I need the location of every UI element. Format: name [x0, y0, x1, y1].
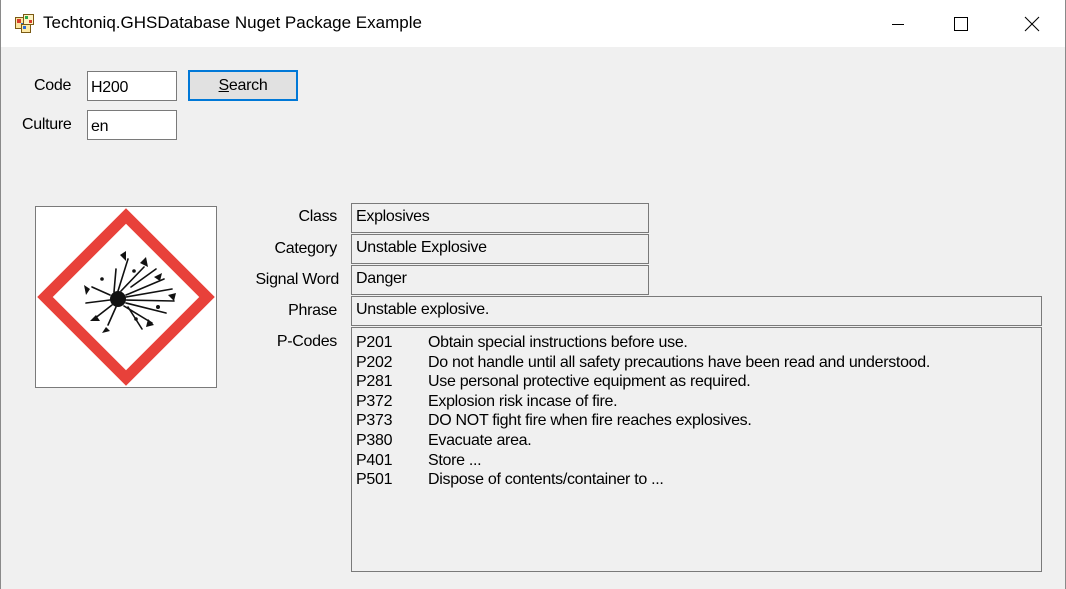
pcode-text: Dispose of contents/container to ... — [428, 471, 664, 489]
pcode-row: P372 Explosion risk incase of fire. — [356, 392, 1041, 412]
pcode-code: P401 — [356, 451, 393, 469]
pcode-code: P281 — [356, 373, 393, 391]
pcodes-label: P-Codes — [276, 333, 337, 350]
pcode-text: Do not handle until all safety precautio… — [428, 353, 931, 371]
pcode-code: P372 — [356, 392, 393, 410]
hazard-pictogram-box — [35, 206, 217, 388]
category-label: Category — [274, 240, 337, 257]
pcode-row: P201 Obtain special instructions before u… — [356, 333, 1041, 353]
class-field[interactable]: Explosives — [351, 203, 649, 233]
pcode-text: Evacuate area. — [428, 431, 532, 449]
close-button[interactable] — [1001, 0, 1063, 47]
phrase-field[interactable]: Unstable explosive. — [351, 296, 1042, 326]
pcode-row: P373 DO NOT fight fire when fire reaches … — [356, 411, 1041, 431]
pcode-code: P202 — [356, 353, 393, 371]
signal-word-field[interactable]: Danger — [351, 265, 649, 295]
pcode-row: P401 Store ... — [356, 451, 1041, 471]
maximize-button[interactable] — [930, 0, 992, 47]
search-button[interactable]: Search — [188, 70, 298, 101]
title-bar[interactable]: Techtoniq.GHSDatabase Nuget Package Exam… — [1, 0, 1065, 47]
search-button-label: Search — [218, 76, 268, 94]
phrase-label: Phrase — [288, 302, 337, 319]
pcode-code: P380 — [356, 431, 393, 449]
pcode-row: P380 Evacuate area. — [356, 431, 1041, 451]
pcode-text: Explosion risk incase of fire. — [428, 392, 618, 410]
culture-label: Culture — [22, 116, 72, 133]
pcode-row: P202 Do not handle until all safety preca… — [356, 353, 1041, 373]
minimize-icon — [892, 23, 904, 25]
pcode-text: Use personal protective equipment as req… — [428, 373, 751, 391]
culture-input[interactable] — [87, 110, 177, 140]
window-title: Techtoniq.GHSDatabase Nuget Package Exam… — [43, 13, 422, 32]
pcode-code: P373 — [356, 412, 393, 430]
pcode-text: DO NOT fight fire when fire reaches expl… — [428, 412, 752, 430]
pcode-text: Store ... — [428, 451, 482, 469]
code-label: Code — [34, 77, 72, 94]
pcodes-textarea[interactable]: P201 Obtain special instructions before u… — [351, 327, 1042, 572]
pcode-row: P501 Dispose of contents/container to ... — [356, 470, 1041, 490]
maximize-icon — [954, 16, 968, 31]
pcode-code: P201 — [356, 334, 393, 351]
app-icon[interactable] — [15, 14, 34, 33]
signal-word-label: Signal Word — [255, 271, 339, 288]
code-input[interactable] — [87, 71, 177, 101]
main-window: Techtoniq.GHSDatabase Nuget Package Exam… — [0, 0, 1066, 589]
pcode-text: Obtain special instructions before use. — [428, 334, 688, 351]
minimize-button[interactable] — [867, 0, 929, 47]
class-label: Class — [298, 208, 337, 225]
pcode-row: P281 Use personal protective equipment as… — [356, 372, 1041, 392]
pcode-code: P501 — [356, 471, 393, 489]
close-icon — [1024, 16, 1040, 31]
category-field[interactable]: Unstable Explosive — [351, 234, 649, 264]
exploding-bomb-pictogram-icon — [37, 208, 215, 386]
